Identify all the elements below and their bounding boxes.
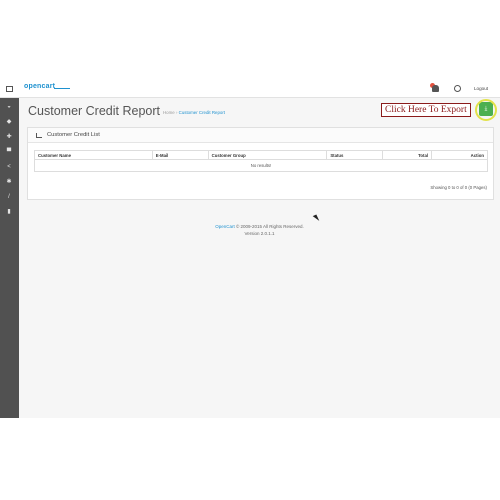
logout-link[interactable]: Logout xyxy=(474,86,488,91)
cart-logo-icon xyxy=(54,84,70,89)
export-annotation: Click Here To Export xyxy=(381,103,471,117)
table-row: No results! xyxy=(34,159,488,172)
column-customer-group[interactable]: Customer Group xyxy=(207,150,328,160)
breadcrumb: Home › Customer Credit Report xyxy=(163,110,225,115)
panel-title: Customer Credit List xyxy=(47,132,100,138)
footer: OpenCart © 2009-2015 All Rights Reserved… xyxy=(19,223,500,237)
bar-chart-icon[interactable]: ▮ xyxy=(5,209,13,215)
credit-table: Customer Name E-Mail Customer Group Stat… xyxy=(34,150,488,172)
pagination-summary: Showing 0 to 0 of 0 (0 Pages) xyxy=(430,185,487,190)
bell-icon[interactable] xyxy=(432,85,439,92)
copyright-text: © 2009-2015 All Rights Reserved. xyxy=(234,224,304,229)
dashboard-icon[interactable]: ◒ xyxy=(5,104,13,110)
share-icon[interactable]: < xyxy=(5,164,13,170)
admin-screen: opencart Logout ◒ ◆ ✚ ▀ < ✱ / ▮ Customer… xyxy=(0,80,500,418)
panel-heading: Customer Credit List xyxy=(28,128,493,143)
help-icon[interactable] xyxy=(454,85,461,92)
main-content: Customer Credit Report Home › Customer C… xyxy=(19,98,500,418)
credit-list-panel: Customer Credit List Customer Name E-Mai… xyxy=(27,127,494,200)
version-text: Version 2.0.1.1 xyxy=(244,231,275,236)
breadcrumb-home[interactable]: Home xyxy=(163,110,175,115)
top-header: opencart Logout xyxy=(0,80,500,98)
opencart-link[interactable]: OpenCart xyxy=(215,224,235,229)
cart-icon[interactable]: ▀ xyxy=(5,149,13,155)
mouse-cursor-icon xyxy=(312,214,320,223)
column-status[interactable]: Status xyxy=(326,150,384,160)
bar-chart-icon xyxy=(36,133,42,138)
column-action: Action xyxy=(431,150,488,160)
menu-toggle-icon[interactable] xyxy=(6,86,13,92)
empty-results: No results! xyxy=(34,159,488,172)
column-customer-name[interactable]: Customer Name xyxy=(34,150,153,160)
puzzle-icon[interactable]: ✚ xyxy=(5,134,13,140)
wrench-icon[interactable]: / xyxy=(5,194,13,200)
breadcrumb-current[interactable]: Customer Credit Report xyxy=(179,110,225,115)
export-highlight-ring xyxy=(475,99,497,121)
gear-icon[interactable]: ✱ xyxy=(5,179,13,185)
breadcrumb-separator: › xyxy=(175,110,178,115)
column-total[interactable]: Total xyxy=(382,150,433,160)
page-title: Customer Credit Report xyxy=(28,104,160,118)
tag-icon[interactable]: ◆ xyxy=(5,119,13,125)
opencart-logo[interactable]: opencart xyxy=(24,83,55,90)
table-header-row: Customer Name E-Mail Customer Group Stat… xyxy=(34,150,488,160)
sidebar: ◒ ◆ ✚ ▀ < ✱ / ▮ xyxy=(0,98,19,418)
column-email[interactable]: E-Mail xyxy=(151,150,209,160)
footer-copyright-line: OpenCart © 2009-2015 All Rights Reserved… xyxy=(19,223,500,230)
